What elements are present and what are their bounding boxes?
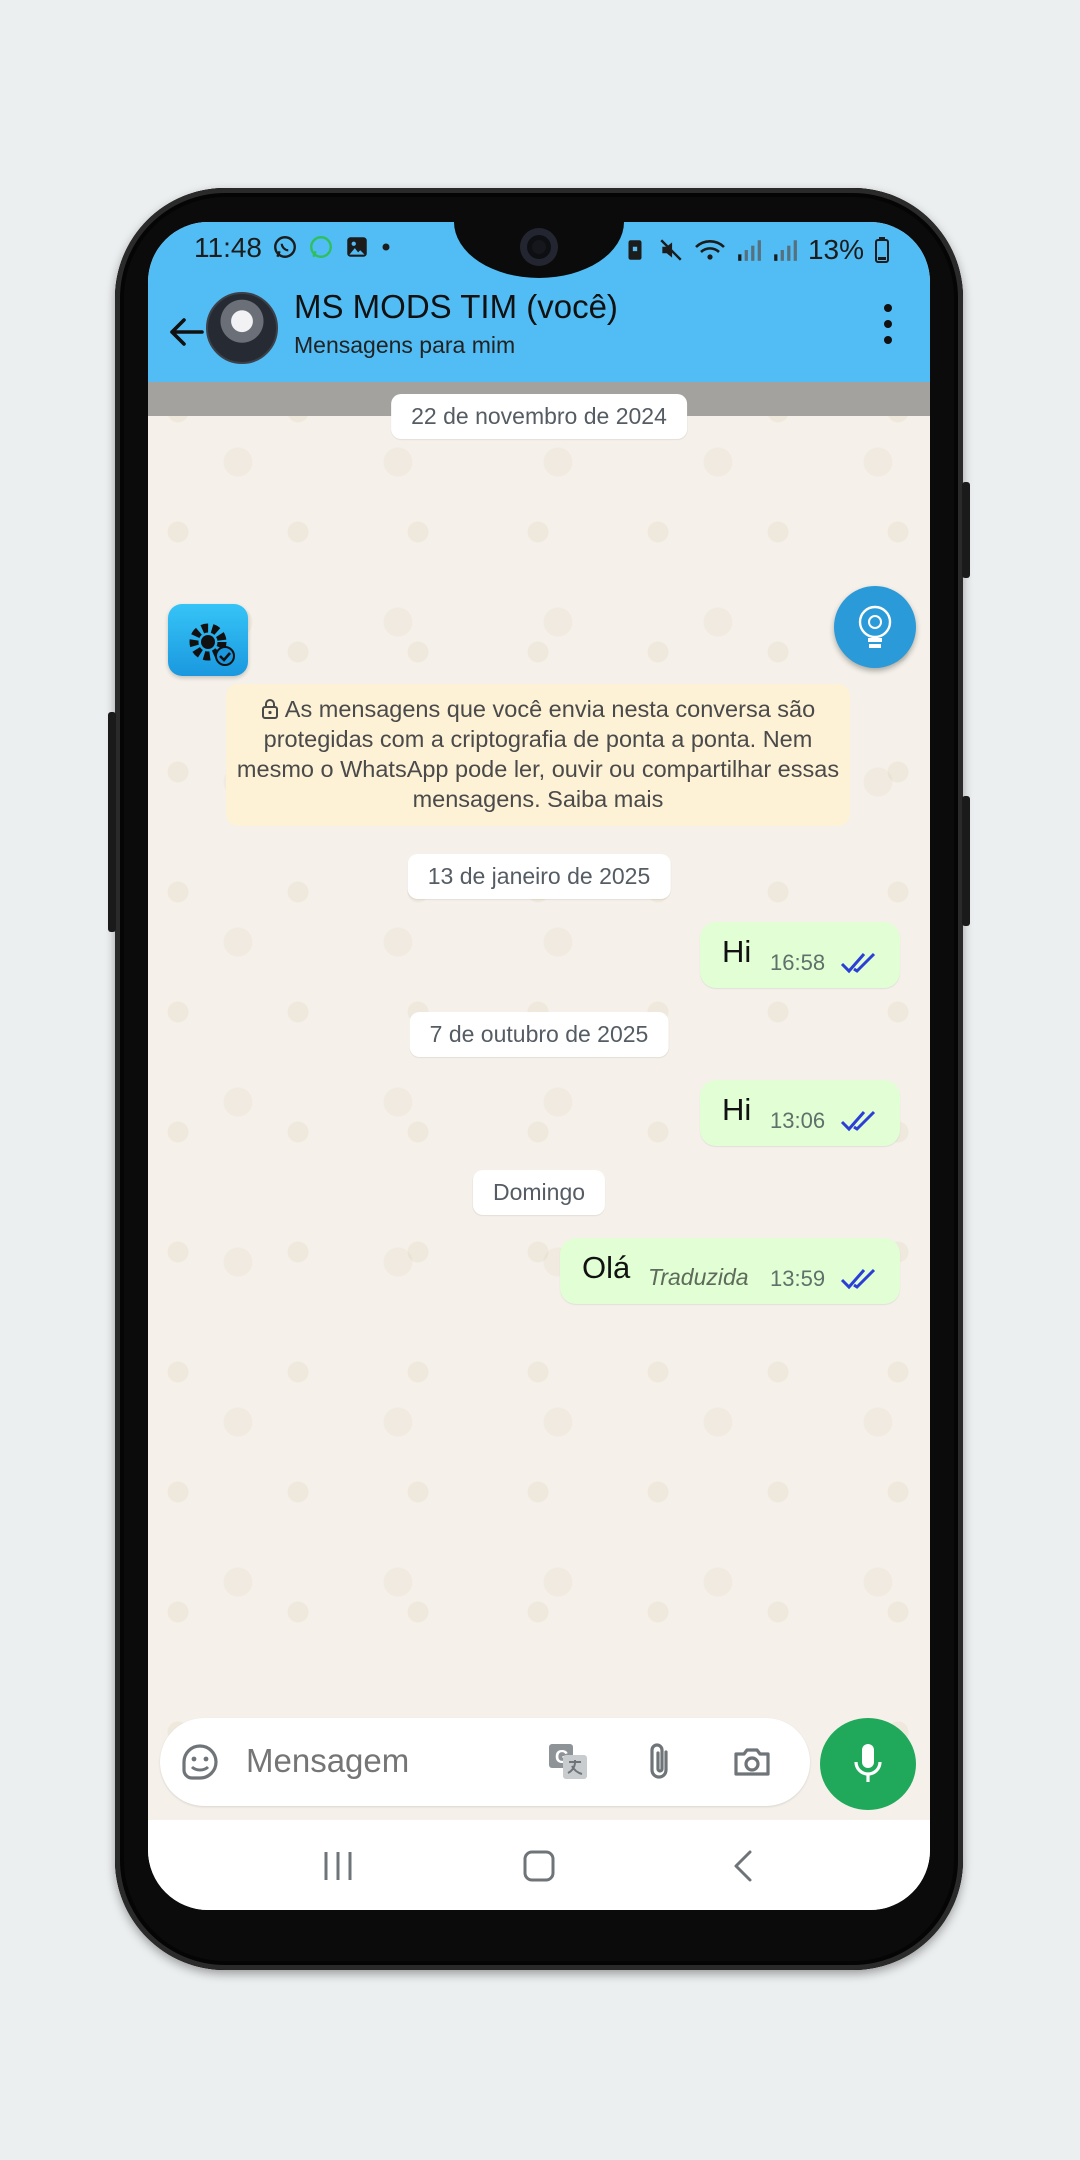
attachment-paperclip-icon[interactable] [638,1740,682,1784]
message-text: Olá [582,1250,631,1285]
message-input[interactable] [246,1742,546,1780]
chat-area[interactable]: 22 de novembro de 2024 As mensagens que … [148,382,930,1820]
signal-icon-sim1 [738,240,761,261]
more-notifications-dot-icon [382,243,390,251]
phone-power-button [962,482,970,578]
read-receipt-icon [840,1268,876,1290]
message-composer: G [160,1718,810,1806]
status-time: 11:48 [194,232,262,263]
back-arrow-icon[interactable] [162,308,210,356]
status-system-icons: 13% [622,234,890,266]
message-time: 13:06 [770,1108,826,1133]
system-navigation-bar [148,1820,930,1910]
contact-subtitle: Mensagens para mim [294,332,516,358]
lightbulb-icon [858,605,892,648]
microphone-icon [854,1744,882,1782]
outgoing-message[interactable]: Hi 16:58 [700,922,900,988]
date-chip: Domingo [472,1170,606,1215]
voice-message-button[interactable] [820,1718,916,1810]
translated-label: Traduzida [648,1264,749,1290]
translate-icon[interactable]: G [546,1740,590,1784]
overflow-menu-icon[interactable] [880,304,896,352]
message-time: 13:59 [770,1266,826,1291]
encryption-notice-text: As mensagens que você envia nesta conver… [236,696,840,812]
whatsapp-business-notification-icon [310,236,332,258]
outgoing-message[interactable]: Olá Traduzida 13:59 [560,1238,900,1304]
home-icon[interactable] [517,1844,561,1888]
status-notification-icons [272,234,392,260]
message-time: 16:58 [770,950,826,975]
read-receipt-icon [840,952,876,974]
image-notification-icon [347,237,367,257]
battery-percentage: 13% [807,234,864,265]
whatsapp-notification-icon [274,236,296,258]
signal-icon-sim2 [774,240,797,261]
wifi-icon [695,240,725,260]
battery-saver-icon [628,240,642,260]
contact-avatar[interactable] [206,292,278,364]
message-text: Hi [722,934,752,969]
date-chip: 22 de novembro de 2024 [391,394,687,439]
phone-side-button [962,796,970,926]
message-text: Hi [722,1092,752,1127]
encryption-notice[interactable]: As mensagens que você envia nesta conver… [226,684,850,826]
date-chip: 7 de outubro de 2025 [409,1012,669,1057]
lock-icon [261,699,278,719]
battery-icon [875,237,889,263]
front-camera [520,228,558,266]
chat-header: 11:48 13% MS MODS TIM (você) Mensagens p… [148,222,930,382]
contact-name[interactable]: MS MODS TIM (você) [294,288,618,326]
mute-icon [660,239,682,261]
camera-icon[interactable] [730,1740,774,1784]
sticker-emoji-icon[interactable] [178,1740,222,1784]
phone-screen: 11:48 13% MS MODS TIM (você) Mensagens p… [148,222,930,1910]
date-chip: 13 de janeiro de 2025 [407,854,671,899]
mod-settings-button[interactable] [168,604,248,676]
back-icon[interactable] [722,1844,766,1888]
phone-volume-button [108,712,116,932]
read-receipt-icon [840,1110,876,1132]
outgoing-message[interactable]: Hi 13:06 [700,1080,900,1146]
recent-apps-icon[interactable] [316,1844,360,1888]
gear-icon [189,623,235,666]
ideas-button[interactable] [834,586,916,668]
